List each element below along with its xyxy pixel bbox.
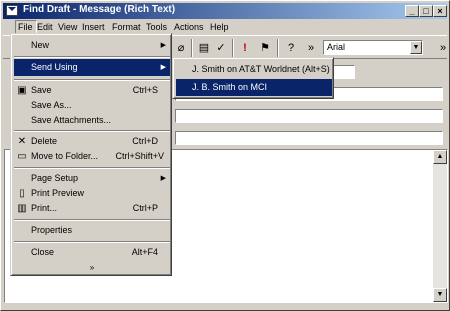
title-bar[interactable]: Find Draft - Message (Rich Text) _ □ ×: [3, 3, 447, 19]
menu-item-new[interactable]: New ▶: [14, 37, 170, 54]
menu-item-label: Move to Folder...: [31, 151, 99, 161]
menu-item-label: J. Smith on AT&T Worldnet (Alt+S): [192, 64, 330, 74]
font-select[interactable]: Arial ▼: [323, 40, 423, 55]
send-using-submenu: J. Smith on AT&T Worldnet (Alt+S) J. B. …: [172, 57, 334, 99]
menu-separator: [14, 241, 170, 243]
menu-item-print[interactable]: ▥ Print... Ctrl+P: [14, 200, 170, 217]
toolbar-overflow-icon[interactable]: »: [435, 40, 450, 56]
window-title: Find Draft - Message (Rich Text): [23, 4, 176, 15]
menu-item-label: J. B. Smith on MCI: [192, 82, 268, 92]
submenu-arrow-icon: ▶: [160, 64, 166, 71]
toolbar-separator: [232, 39, 234, 57]
menu-insert[interactable]: Insert: [82, 22, 105, 32]
close-button[interactable]: ×: [433, 5, 447, 17]
toolbar-separator: [191, 39, 193, 57]
move-folder-icon: ▭: [17, 151, 27, 162]
flag-icon[interactable]: ⚑: [257, 40, 273, 56]
menu-tools[interactable]: Tools: [146, 22, 167, 32]
high-importance-icon[interactable]: !: [237, 40, 253, 56]
menu-item-shortcut: Ctrl+P: [132, 203, 158, 213]
menu-item-label: Send Using: [31, 62, 78, 72]
menu-file[interactable]: File: [15, 20, 37, 34]
font-select-value: Arial: [327, 42, 346, 52]
file-menu: New ▶ Send Using ▶ ▣ Save Ctrl+S Save As…: [10, 33, 172, 276]
toolbar-overflow-icon[interactable]: »: [303, 40, 319, 56]
menu-separator: [14, 56, 170, 58]
scroll-up-icon[interactable]: ▲: [433, 150, 447, 164]
menu-item-properties[interactable]: Properties: [14, 222, 170, 239]
help-icon[interactable]: ?: [283, 40, 299, 56]
scroll-down-icon[interactable]: ▼: [433, 288, 447, 302]
menu-view[interactable]: View: [58, 22, 77, 32]
menu-item-move-to-folder[interactable]: ▭ Move to Folder... Ctrl+Shift+V: [14, 148, 170, 165]
menu-item-label: Print...: [31, 203, 58, 213]
check-names-icon[interactable]: ✓: [213, 40, 229, 56]
vertical-scrollbar[interactable]: ▲ ▼: [433, 150, 447, 302]
envelope-icon[interactable]: [6, 5, 18, 16]
maximize-button[interactable]: □: [419, 5, 433, 17]
header-field-cc[interactable]: [175, 109, 443, 123]
menu-item-save-attachments[interactable]: Save Attachments...: [14, 112, 170, 129]
chevron-down-icon[interactable]: ▼: [410, 41, 422, 54]
menu-edit[interactable]: Edit: [37, 22, 53, 32]
menu-separator: [14, 219, 170, 221]
menu-actions[interactable]: Actions: [174, 22, 204, 32]
menu-item-shortcut: Ctrl+Shift+V: [115, 151, 164, 161]
menu-separator: [14, 167, 170, 169]
menu-item-label: Close: [31, 247, 55, 257]
menu-help[interactable]: Help: [210, 22, 229, 32]
print-icon: ▥: [17, 203, 27, 214]
minimize-button[interactable]: _: [405, 5, 419, 17]
menu-item-label: New: [31, 40, 50, 50]
menu-format[interactable]: Format: [112, 22, 141, 32]
menu-item-send-using[interactable]: Send Using ▶: [14, 59, 170, 76]
status-bar: [3, 303, 447, 310]
submenu-arrow-icon: ▶: [160, 42, 166, 49]
menu-item-account-att[interactable]: J. Smith on AT&T Worldnet (Alt+S): [176, 61, 332, 78]
expand-menu-icon[interactable]: »: [86, 263, 98, 272]
header-field-subject[interactable]: [175, 131, 443, 145]
menu-item-close[interactable]: Close Alt+F4: [14, 244, 170, 261]
menu-separator: [14, 130, 170, 132]
menu-item-label: Properties: [31, 225, 73, 235]
address-book-icon[interactable]: ▤: [196, 40, 212, 56]
menu-item-shortcut: Alt+F4: [131, 247, 158, 257]
menu-item-account-mci[interactable]: J. B. Smith on MCI: [176, 79, 332, 96]
menu-separator: [14, 79, 170, 81]
menu-item-label: Save Attachments...: [31, 115, 112, 125]
toolbar-separator: [277, 39, 279, 57]
attach-icon[interactable]: ⌀: [173, 40, 189, 56]
